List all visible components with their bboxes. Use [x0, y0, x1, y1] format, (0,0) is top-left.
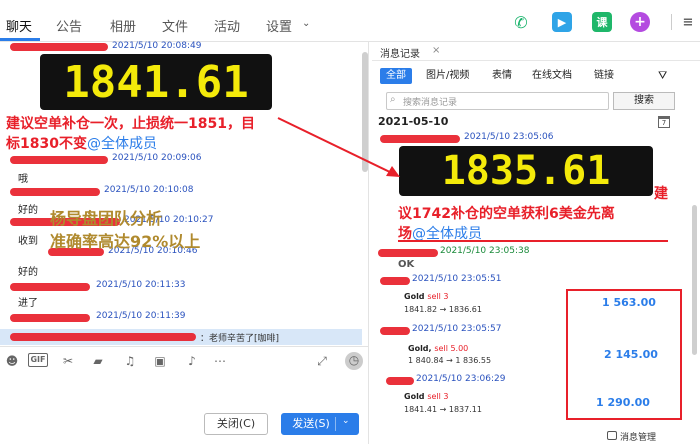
music-icon[interactable]: ♫	[122, 353, 138, 369]
highlight-box	[566, 289, 682, 420]
send-split-divider	[335, 417, 336, 431]
message-timestamp: 2021/5/10 20:09:06	[112, 153, 202, 163]
record-note-line: 议1742补仓的空单获利6美金先离	[398, 206, 615, 222]
trade-side: sell 3	[427, 392, 449, 401]
more-icon[interactable]: ≡	[678, 12, 698, 32]
trade-side: sell 5.00	[434, 344, 469, 353]
send-options-chevron-icon[interactable]: ⌄	[342, 416, 350, 426]
advice-line-2: 标1830不变	[6, 136, 87, 152]
close-button[interactable]: 关闭(C)	[204, 413, 268, 435]
divider	[372, 60, 700, 61]
message-timestamp: 2021/5/10 20:11:39	[96, 311, 186, 321]
video-icon[interactable]: ▶	[552, 12, 572, 32]
message-timestamp: 2021/5/10 20:11:33	[96, 280, 186, 290]
active-tab-indicator	[0, 38, 40, 41]
trade-label: Gold sell 3	[404, 392, 449, 401]
input-toolbar: ☻ GIF ✂ ▰ ♫ ▣ ♪ ⋯ ⤢ ◷	[0, 346, 368, 374]
mention-all[interactable]: @全体成员	[87, 136, 157, 152]
gif-icon[interactable]: GIF	[28, 353, 48, 367]
tab-activities[interactable]: 活动	[214, 16, 240, 35]
redacted-name	[10, 188, 100, 196]
bell-icon[interactable]: ♪	[184, 353, 200, 369]
chevron-down-icon[interactable]: ⌄	[302, 18, 310, 29]
redacted-name	[10, 156, 108, 164]
top-tab-bar: 聊天 公告 相册 文件 活动 设置 ⌄ ✆ ▶ 课 + ≡	[0, 0, 700, 42]
record-timestamp: 2021/5/10 23:05:51	[412, 274, 502, 284]
message-timestamp: 2021/5/10 20:10:08	[104, 185, 194, 195]
redacted-name	[10, 333, 196, 341]
filter-online-docs[interactable]: 在线文档	[532, 68, 572, 84]
filter-stickers[interactable]: 表情	[492, 68, 512, 84]
trade-side: sell 3	[427, 292, 449, 301]
arrow-line	[277, 117, 395, 175]
search-button[interactable]: 搜索	[613, 92, 675, 110]
overlay-caption-1: 杨导盘团队分析	[50, 209, 163, 228]
calendar-icon[interactable]: 7	[658, 116, 670, 128]
trade-label: Gold sell 3	[404, 292, 449, 301]
panel-scrollbar[interactable]	[692, 205, 697, 355]
record-price-board-image: 1835.61	[399, 146, 653, 196]
filter-all[interactable]: 全部	[380, 68, 412, 84]
redacted-name	[10, 283, 90, 291]
tab-album[interactable]: 相册	[110, 16, 136, 35]
record-timestamp: 2021/5/10 23:06:29	[416, 374, 506, 384]
message-manage-icon[interactable]	[607, 431, 617, 440]
overlay-caption-2: 准确率高达92%以上	[50, 232, 201, 251]
search-placeholder: 搜索消息记录	[403, 98, 458, 108]
trade-symbol: Gold	[404, 292, 425, 301]
tab-settings[interactable]: 设置	[266, 16, 292, 35]
trade-label: Gold, sell 5.00	[408, 344, 468, 353]
message-text: 收到	[18, 236, 38, 247]
scissors-icon[interactable]: ✂	[60, 353, 76, 369]
phone-icon[interactable]: ✆	[511, 12, 531, 32]
trade-prices: 1841.41 → 1837.11	[404, 405, 482, 414]
message-manage-link[interactable]: 消息管理	[620, 430, 656, 443]
message-text: 好的	[18, 205, 38, 216]
redacted-name	[386, 377, 414, 385]
message-timestamp: 2021/5/10 20:08:49	[112, 41, 202, 51]
record-note-start: 建	[654, 186, 668, 202]
tab-announcements[interactable]: 公告	[56, 16, 82, 35]
red-underline	[398, 240, 668, 242]
filter-images-video[interactable]: 图片/视频	[426, 68, 469, 84]
redacted-name	[380, 327, 410, 335]
history-clock-icon[interactable]: ◷	[345, 352, 363, 370]
message-text: 进了	[18, 298, 38, 309]
redacted-name	[380, 277, 410, 285]
expand-icon[interactable]: ⤢	[314, 353, 330, 369]
send-button-label: 发送(S)	[292, 417, 330, 430]
filter-links[interactable]: 链接	[594, 68, 614, 84]
image-icon[interactable]: ▣	[152, 353, 168, 369]
trade-prices: 1841.82 → 1836.61	[404, 305, 482, 314]
record-message-ok: OK	[398, 259, 415, 270]
redacted-name	[10, 43, 108, 51]
close-icon[interactable]: ×	[432, 45, 440, 56]
trade-symbol: Gold,	[408, 344, 432, 353]
tab-chat[interactable]: 聊天	[6, 16, 32, 35]
message-text: 哦	[18, 174, 28, 185]
search-icon: ⌕	[390, 94, 396, 105]
trade-symbol: Gold	[404, 392, 425, 401]
course-icon[interactable]: 课	[592, 12, 612, 32]
divider	[671, 14, 672, 30]
plus-icon[interactable]: +	[630, 12, 650, 32]
price-board-image: 1841.61	[40, 54, 272, 110]
record-timestamp: 2021/5/10 23:05:06	[464, 132, 554, 142]
record-timestamp: 2021/5/10 23:05:57	[412, 324, 502, 334]
advice-line-1: 建议空单补仓一次，止损统一1851，目	[6, 116, 255, 132]
panel-title: 消息记录	[380, 49, 420, 60]
redacted-name	[10, 314, 90, 322]
tab-files[interactable]: 文件	[162, 16, 188, 35]
annotation-arrow	[277, 117, 400, 177]
redacted-name	[378, 249, 438, 257]
filter-funnel-icon[interactable]: ⛛	[658, 68, 667, 84]
emoji-icon[interactable]: ☻	[4, 353, 20, 369]
more-tools-icon[interactable]: ⋯	[212, 353, 228, 369]
record-timestamp: 2021/5/10 23:05:38	[440, 246, 530, 256]
folder-icon[interactable]: ▰	[90, 353, 106, 369]
quote-message-text: ：老师辛苦了[咖啡]	[200, 334, 280, 344]
trade-prices: 1 840.84 → 1 836.55	[408, 356, 492, 365]
message-text: 好的	[18, 267, 38, 278]
